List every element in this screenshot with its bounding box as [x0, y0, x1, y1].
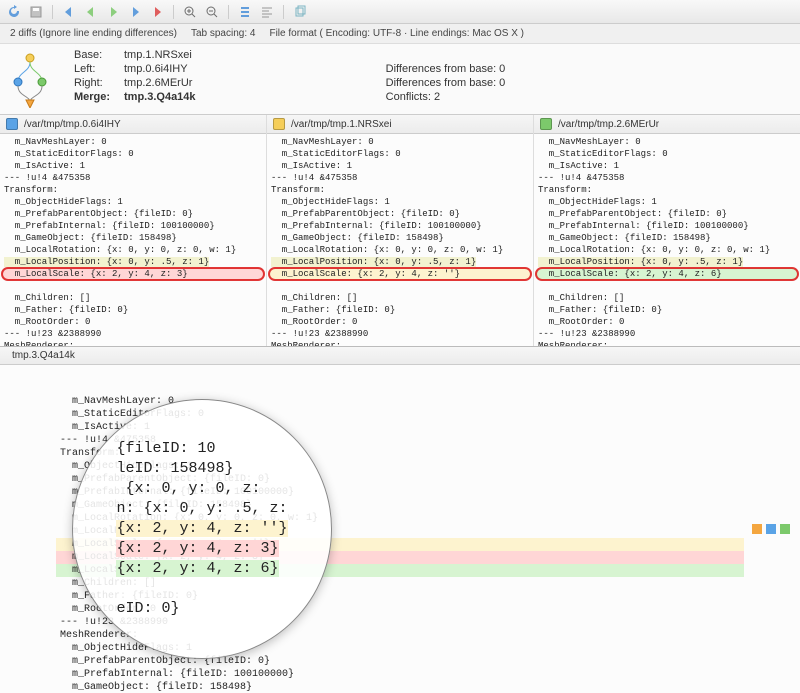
next-file-icon[interactable]	[127, 4, 143, 20]
right-value: tmp.2.6MErUr	[118, 76, 380, 90]
merge-pane-body[interactable]: m_NavMeshLayer: 0 m_StaticEditorFlags: 0…	[0, 365, 800, 693]
merge-value: tmp.3.Q4a14k	[118, 90, 380, 104]
green-chip-icon[interactable]	[780, 524, 790, 534]
refresh-icon[interactable]	[6, 4, 22, 20]
blue-chip-icon[interactable]	[766, 524, 776, 534]
merge-pane: tmp.3.Q4a14k m_NavMeshLayer: 0 m_StaticE…	[0, 347, 800, 693]
base-value: tmp.1.NRSxei	[118, 48, 380, 62]
left-label: Left:	[68, 62, 118, 76]
summary-info: Base: tmp.1.NRSxei Left: tmp.0.6i4IHY Di…	[60, 44, 800, 114]
separator	[52, 5, 53, 19]
diffs-count: 2 diffs (Ignore line ending differences)	[10, 28, 177, 39]
separator	[173, 5, 174, 19]
left-chip-icon	[6, 118, 18, 130]
align-icon[interactable]	[259, 4, 275, 20]
right-pane-header[interactable]: /var/tmp/tmp.2.6MErUr	[534, 115, 800, 134]
summary-panel: Base: tmp.1.NRSxei Left: tmp.0.6i4IHY Di…	[0, 44, 800, 115]
right-pane-path: /var/tmp/tmp.2.6MErUr	[558, 119, 659, 130]
left-pane-path: /var/tmp/tmp.0.6i4IHY	[24, 119, 121, 130]
next-diff-icon[interactable]	[105, 4, 121, 20]
list-icon[interactable]	[237, 4, 253, 20]
prev-diff-icon[interactable]	[83, 4, 99, 20]
separator	[283, 5, 284, 19]
separator	[228, 5, 229, 19]
left-pane-body[interactable]: m_NavMeshLayer: 0 m_StaticEditorFlags: 0…	[0, 134, 266, 346]
right-diff: Differences from base: 0	[380, 76, 792, 90]
prev-file-icon[interactable]	[61, 4, 77, 20]
right-label: Right:	[68, 76, 118, 90]
left-pane-header[interactable]: /var/tmp/tmp.0.6i4IHY	[0, 115, 266, 134]
copy-icon[interactable]	[292, 4, 308, 20]
base-pane-header[interactable]: /var/tmp/tmp.1.NRSxei	[267, 115, 533, 134]
base-pane-body[interactable]: m_NavMeshLayer: 0 m_StaticEditorFlags: 0…	[267, 134, 533, 346]
source-chips	[752, 524, 790, 534]
conflicts-count: Conflicts: 2	[380, 90, 792, 104]
merge-pane-header[interactable]: tmp.3.Q4a14k	[0, 347, 800, 365]
base-label: Base:	[68, 48, 118, 62]
left-diff: Differences from base: 0	[380, 62, 792, 76]
right-pane: /var/tmp/tmp.2.6MErUr m_NavMeshLayer: 0 …	[534, 115, 800, 346]
left-pane: /var/tmp/tmp.0.6i4IHY m_NavMeshLayer: 0 …	[0, 115, 267, 346]
base-diff	[380, 48, 792, 62]
zoom-in-icon[interactable]	[182, 4, 198, 20]
save-icon[interactable]	[28, 4, 44, 20]
merge-label: Merge:	[68, 90, 118, 104]
right-chip-icon	[540, 118, 552, 130]
tab-spacing: Tab spacing: 4	[191, 28, 256, 39]
base-chip-icon	[273, 118, 285, 130]
right-pane-body[interactable]: m_NavMeshLayer: 0 m_StaticEditorFlags: 0…	[534, 134, 800, 346]
left-value: tmp.0.6i4IHY	[118, 62, 380, 76]
zoom-out-icon[interactable]	[204, 4, 220, 20]
three-way-diff: /var/tmp/tmp.0.6i4IHY m_NavMeshLayer: 0 …	[0, 115, 800, 347]
revision-graph	[0, 44, 60, 114]
file-format: File format ( Encoding: UTF-8 · Line end…	[269, 28, 524, 39]
toolbar	[0, 0, 800, 24]
base-pane: /var/tmp/tmp.1.NRSxei m_NavMeshLayer: 0 …	[267, 115, 534, 346]
base-pane-path: /var/tmp/tmp.1.NRSxei	[291, 119, 392, 130]
orange-chip-icon[interactable]	[752, 524, 762, 534]
status-bar: 2 diffs (Ignore line ending differences)…	[0, 24, 800, 44]
merge-pane-filename: tmp.3.Q4a14k	[12, 350, 75, 361]
next-conflict-icon[interactable]	[149, 4, 165, 20]
